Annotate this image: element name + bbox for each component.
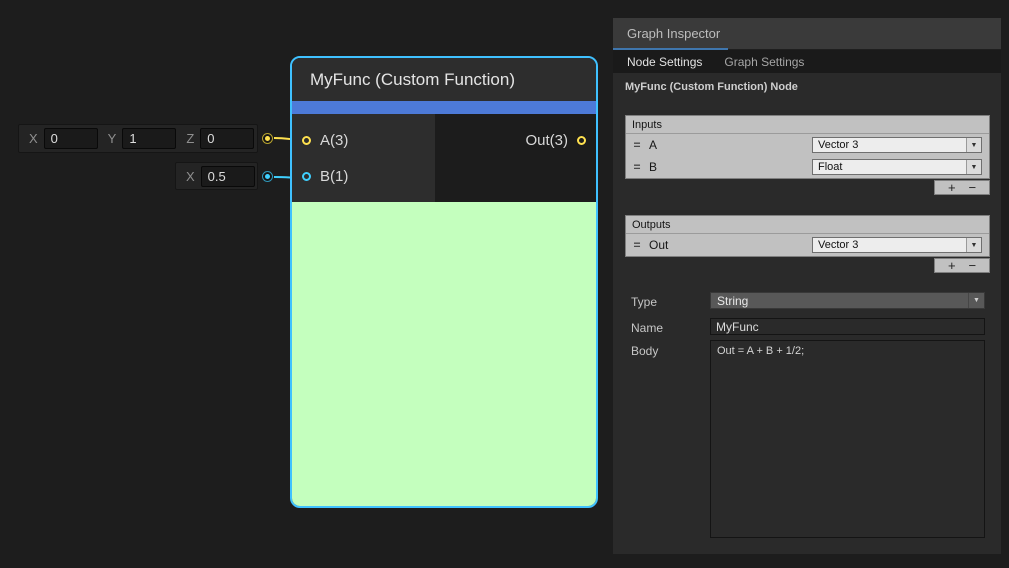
port-a-icon[interactable]: [302, 136, 311, 145]
outputs-list: Outputs = Out Vector 3 ▼: [625, 215, 990, 257]
input-row-a[interactable]: = A Vector 3 ▼: [626, 134, 989, 156]
inputs-list-title: Inputs: [626, 116, 989, 134]
input-a-name: A: [649, 138, 657, 152]
inspector-title: Graph Inspector: [627, 26, 720, 41]
type-dropdown-value: String: [717, 294, 748, 308]
node-title: MyFunc (Custom Function): [310, 70, 515, 90]
vector-z-field[interactable]: [200, 128, 254, 149]
vector-z-label: Z: [186, 131, 194, 146]
myfunc-node[interactable]: MyFunc (Custom Function) A(3) B(1) Out(3…: [290, 56, 598, 508]
node-header[interactable]: MyFunc (Custom Function): [292, 58, 596, 101]
vector-x-label: X: [29, 131, 38, 146]
port-row-out[interactable]: Out(3): [525, 126, 586, 155]
inputs-add-button[interactable]: +: [948, 181, 956, 194]
vector3-output-connector-icon[interactable]: [262, 133, 273, 144]
tab-node-settings[interactable]: Node Settings: [627, 55, 702, 69]
inspector-header[interactable]: Graph Inspector: [613, 18, 1001, 50]
port-out-icon[interactable]: [577, 136, 586, 145]
vector-x-field[interactable]: [44, 128, 98, 149]
output-out-type-value: Vector 3: [818, 239, 858, 251]
dropdown-arrow-icon: ▼: [966, 160, 981, 174]
float-x-label: X: [186, 169, 195, 184]
float-x-field[interactable]: [201, 166, 255, 187]
body-field[interactable]: Out = A + B + 1/2;: [710, 340, 985, 538]
body-field-label: Body: [631, 344, 658, 358]
type-field-label: Type: [631, 295, 657, 309]
input-b-type-dropdown[interactable]: Float ▼: [812, 159, 982, 175]
input-row-b[interactable]: = B Float ▼: [626, 156, 989, 178]
dropdown-arrow-icon: ▼: [966, 238, 981, 252]
port-b-icon[interactable]: [302, 172, 311, 181]
port-b-label: B(1): [320, 168, 348, 185]
input-b-type-value: Float: [818, 161, 842, 173]
node-port-area: A(3) B(1) Out(3): [292, 114, 596, 202]
input-ports-panel: A(3) B(1): [292, 114, 435, 202]
drag-handle-icon[interactable]: =: [630, 238, 644, 252]
type-dropdown[interactable]: String ▼: [710, 292, 985, 309]
input-a-type-value: Vector 3: [818, 139, 858, 151]
inspector-tab-underline: [613, 48, 728, 50]
port-row-b[interactable]: B(1): [292, 162, 435, 191]
output-row-out[interactable]: = Out Vector 3 ▼: [626, 234, 989, 256]
drag-handle-icon[interactable]: =: [630, 138, 644, 152]
outputs-add-button[interactable]: +: [948, 259, 956, 272]
tab-graph-settings[interactable]: Graph Settings: [724, 55, 804, 69]
vector3-property-node[interactable]: X Y Z: [18, 124, 258, 153]
inputs-list-footer: + −: [934, 180, 990, 195]
inputs-remove-button[interactable]: −: [968, 181, 976, 194]
outputs-list-title: Outputs: [626, 216, 989, 234]
output-out-name: Out: [649, 238, 668, 252]
outputs-remove-button[interactable]: −: [968, 259, 976, 272]
float-output-connector-icon[interactable]: [262, 171, 273, 182]
input-a-type-dropdown[interactable]: Vector 3 ▼: [812, 137, 982, 153]
outputs-list-footer: + −: [934, 258, 990, 273]
node-accent-bar: [292, 101, 596, 114]
output-out-type-dropdown[interactable]: Vector 3 ▼: [812, 237, 982, 253]
port-row-a[interactable]: A(3): [292, 126, 435, 155]
graph-inspector-panel: Graph Inspector Node Settings Graph Sett…: [613, 18, 1001, 554]
name-field-label: Name: [631, 321, 663, 335]
float-property-node[interactable]: X: [175, 162, 258, 190]
port-out-label: Out(3): [525, 132, 568, 149]
dropdown-arrow-icon: ▼: [966, 138, 981, 152]
port-a-label: A(3): [320, 132, 348, 149]
input-b-name: B: [649, 160, 657, 174]
dropdown-arrow-icon: ▼: [968, 293, 984, 308]
vector-y-label: Y: [108, 131, 117, 146]
node-settings-heading: MyFunc (Custom Function) Node: [625, 81, 798, 93]
vector-y-field[interactable]: [122, 128, 176, 149]
inputs-list: Inputs = A Vector 3 ▼ = B Float ▼: [625, 115, 990, 179]
node-preview: [292, 202, 596, 506]
drag-handle-icon[interactable]: =: [630, 160, 644, 174]
inspector-tab-bar: Node Settings Graph Settings: [613, 50, 1001, 73]
name-field[interactable]: [710, 318, 985, 335]
